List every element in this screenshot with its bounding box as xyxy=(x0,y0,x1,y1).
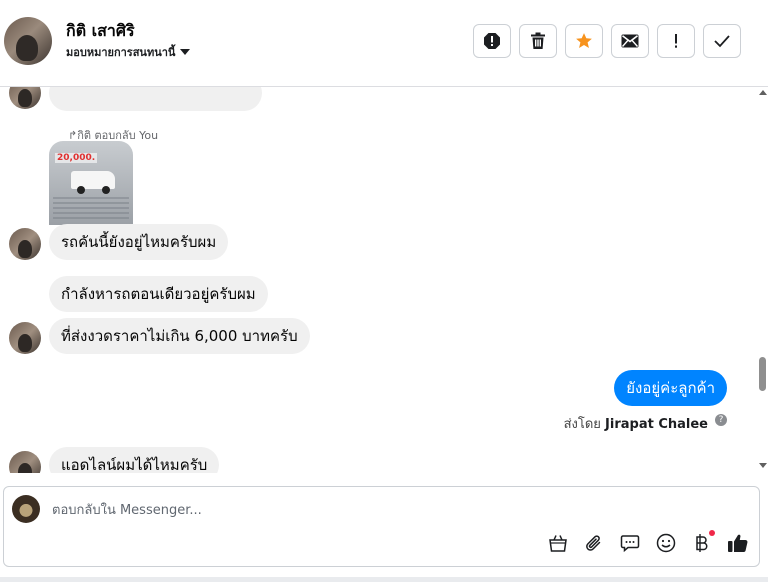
page-avatar xyxy=(12,495,40,523)
message-bubble-incoming[interactable]: ที่ส่งงวดราคาไม่เกิน 6,000 บาทครับ xyxy=(49,318,310,354)
contact-avatar-small xyxy=(9,228,41,260)
alert-octagon-icon xyxy=(484,33,500,49)
contact-avatar-small xyxy=(9,87,41,109)
thumbs-up-icon xyxy=(728,534,748,552)
trash-icon xyxy=(531,32,545,49)
header-actions xyxy=(473,24,741,58)
delete-button[interactable] xyxy=(519,24,557,58)
caret-down-icon xyxy=(180,49,191,55)
composer-tools xyxy=(547,530,749,554)
conversation-header: กิติ เสาศิริ มอบหมายการสนทนานี้ xyxy=(0,0,768,87)
image-caption-lines xyxy=(53,197,129,219)
assign-label: มอบหมายการสนทนานี้ xyxy=(66,46,176,59)
payment-button[interactable] xyxy=(691,530,715,554)
message-thread[interactable]: ↱กิติ ตอบกลับ You 20,000. รถคันนี้ยังอยู… xyxy=(0,87,768,473)
scroll-thumb[interactable] xyxy=(759,357,766,391)
like-button[interactable] xyxy=(727,532,749,554)
saved-replies-button[interactable] xyxy=(619,532,641,554)
shopping-bag-button[interactable] xyxy=(547,532,569,554)
contact-name[interactable]: กิติ เสาศิริ xyxy=(66,19,135,44)
previous-message-bubble[interactable] xyxy=(49,87,262,111)
message-bubble-outgoing[interactable]: ยังอยู่ค่ะลูกค้า xyxy=(614,370,727,406)
reply-input[interactable] xyxy=(52,499,612,521)
baht-icon xyxy=(696,534,708,552)
star-icon xyxy=(576,33,592,48)
scroll-down-arrow[interactable] xyxy=(759,463,767,468)
message-bubble-incoming[interactable]: แอดไลน์ผมได้ไหมครับ xyxy=(49,447,220,473)
contact-avatar-small xyxy=(9,451,41,473)
sent-by-label: ส่งโดย Jirapat Chalee xyxy=(563,417,708,432)
mark-unread-button[interactable] xyxy=(611,24,649,58)
scroll-up-arrow[interactable] xyxy=(759,90,767,95)
mark-done-button[interactable] xyxy=(703,24,741,58)
thread-scrollbar[interactable] xyxy=(758,87,768,473)
reply-composer xyxy=(3,486,760,567)
shopping-bag-icon xyxy=(549,535,567,552)
attach-file-button[interactable] xyxy=(583,532,605,554)
assign-conversation-dropdown[interactable]: มอบหมายการสนทนานี้ xyxy=(66,43,191,61)
contact-avatar[interactable] xyxy=(4,17,52,65)
help-icon[interactable]: ? xyxy=(715,414,727,426)
image-attachment[interactable]: 20,000. xyxy=(49,141,133,225)
sender-name: Jirapat Chalee xyxy=(605,417,708,432)
exclamation-icon xyxy=(675,34,677,48)
checkmark-icon xyxy=(714,35,730,48)
bottom-strip xyxy=(0,577,768,582)
message-bubble-incoming[interactable]: รถคันนี้ยังอยู่ไหมครับผม xyxy=(49,224,229,260)
emoji-icon xyxy=(656,533,676,553)
contact-avatar-small xyxy=(9,322,41,354)
mark-important-button[interactable] xyxy=(657,24,695,58)
message-bubble-incoming[interactable]: กำลังหารถตอนเดียวอยู่ครับผม xyxy=(49,276,268,312)
envelope-icon xyxy=(621,34,639,48)
image-banner-text: 20,000. xyxy=(55,153,98,163)
paperclip-icon xyxy=(586,535,601,551)
chat-bubble-icon xyxy=(620,535,640,553)
report-spam-button[interactable] xyxy=(473,24,511,58)
truck-image xyxy=(71,171,115,194)
notification-dot xyxy=(709,530,715,536)
emoji-button[interactable] xyxy=(655,532,677,554)
star-button[interactable] xyxy=(565,24,603,58)
